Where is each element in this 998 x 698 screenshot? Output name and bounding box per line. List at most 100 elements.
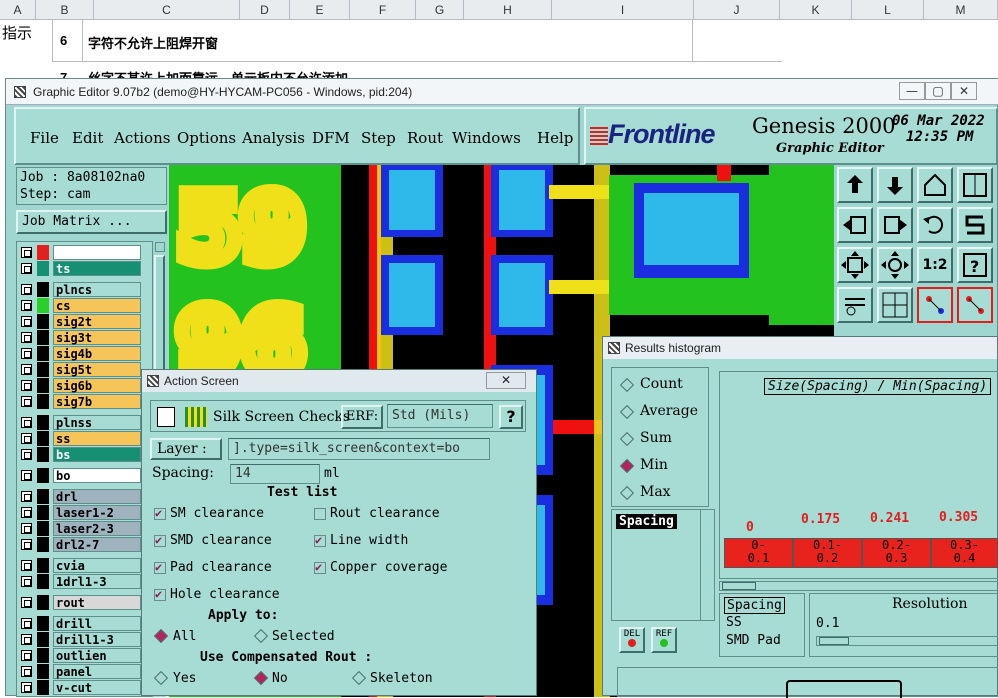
stat-count-radio[interactable] — [619, 377, 635, 393]
layer-visibility-checkbox[interactable] — [21, 396, 32, 407]
layer-row-bo[interactable]: bo — [19, 468, 141, 483]
zoom-in-icon[interactable] — [837, 247, 873, 283]
layer-row-drill1-3[interactable]: drill1-3 — [19, 632, 141, 647]
menu-edit[interactable]: Edit — [72, 129, 103, 147]
layer-visibility-checkbox[interactable] — [21, 470, 32, 481]
layer-visibility-checkbox[interactable] — [21, 634, 32, 645]
layer-row-outlien[interactable]: outlien — [19, 648, 141, 663]
layer-visibility-checkbox[interactable] — [21, 507, 32, 518]
column-header-i[interactable]: I — [552, 0, 694, 20]
layer-row-cvia[interactable]: cvia — [19, 558, 141, 573]
category-ss[interactable]: SS — [726, 615, 742, 630]
item-spacing[interactable]: Spacing — [616, 514, 677, 529]
help-query-icon[interactable]: ? — [957, 247, 993, 283]
layer-visibility-checkbox[interactable] — [21, 433, 32, 444]
rout-no-radio[interactable] — [253, 670, 269, 686]
resolution-slider-handle[interactable] — [819, 637, 849, 645]
move-down-icon[interactable] — [877, 167, 913, 203]
layer-row-v-cut[interactable]: v-cut — [19, 680, 141, 695]
grid-icon[interactable] — [877, 287, 913, 323]
smd-clearance-checkbox[interactable] — [154, 533, 166, 547]
layer-visibility-checkbox[interactable] — [21, 300, 32, 311]
layer-row-ts[interactable]: ts — [19, 261, 141, 276]
layer-row-sig2t[interactable]: sig2t — [19, 314, 141, 329]
copper-coverage-checkbox[interactable] — [314, 560, 326, 574]
layer-row-sig4b[interactable]: sig4b — [19, 346, 141, 361]
menu-options[interactable]: Options — [177, 129, 236, 147]
column-header-k[interactable]: K — [780, 0, 852, 20]
layer-row-drl[interactable]: drl — [19, 489, 141, 504]
item-list-scrollbar[interactable] — [700, 510, 714, 620]
window-titlebar[interactable]: Graphic Editor 9.07b2 (demo@HY-HYCAM-PC0… — [6, 79, 998, 105]
layer-visibility-checkbox[interactable] — [21, 417, 32, 428]
layer-visibility-checkbox[interactable] — [21, 247, 32, 258]
menu-help[interactable]: Help — [537, 129, 573, 147]
column-header-j[interactable]: J — [694, 0, 780, 20]
layer-visibility-checkbox[interactable] — [21, 332, 32, 343]
layer-row-sig5t[interactable]: sig5t — [19, 362, 141, 377]
histogram-hscroll[interactable] — [719, 581, 998, 591]
window-view-icon[interactable] — [957, 167, 993, 203]
column-header-l[interactable]: L — [852, 0, 924, 20]
column-header-f[interactable]: F — [350, 0, 416, 20]
route-icon[interactable] — [957, 207, 993, 243]
layer-visibility-checkbox[interactable] — [21, 618, 32, 629]
layer-visibility-checkbox[interactable] — [21, 316, 32, 327]
spacing-field[interactable]: 14 — [230, 464, 320, 484]
column-header-e[interactable]: E — [290, 0, 350, 20]
rotate-icon[interactable] — [917, 207, 953, 243]
apply-selected-radio[interactable] — [253, 628, 269, 644]
column-header-m[interactable]: M — [924, 0, 998, 20]
measure-icon[interactable] — [917, 287, 953, 323]
erf-button[interactable]: ERF: — [341, 405, 383, 429]
layer-visibility-checkbox[interactable] — [21, 364, 32, 375]
stat-sum-radio[interactable] — [619, 431, 635, 447]
minimize-icon[interactable]: — — [899, 82, 925, 100]
layer-visibility-checkbox[interactable] — [21, 682, 32, 693]
menu-dfm[interactable]: DFM — [312, 129, 350, 147]
scale-one-to-two-icon[interactable]: 1:2 — [917, 247, 953, 283]
rout-yes-radio[interactable] — [153, 670, 169, 686]
action-screen-titlebar[interactable]: Action Screen ✕ — [142, 370, 536, 392]
home-view-icon[interactable] — [917, 167, 953, 203]
layer-visibility-checkbox[interactable] — [21, 560, 32, 571]
menu-rout[interactable]: Rout — [407, 129, 443, 147]
layer-visibility-checkbox[interactable] — [21, 539, 32, 550]
menu-windows[interactable]: Windows — [452, 129, 521, 147]
layer-visibility-checkbox[interactable] — [21, 576, 32, 587]
pan-left-icon[interactable] — [837, 207, 873, 243]
stat-min-radio[interactable] — [619, 458, 635, 474]
footer-button[interactable] — [786, 680, 902, 698]
column-header-b[interactable]: B — [36, 0, 94, 20]
layer-visibility-checkbox[interactable] — [21, 348, 32, 359]
layer-row-plnss[interactable]: plnss — [19, 415, 141, 430]
line-width-checkbox[interactable] — [314, 533, 326, 547]
layer-row-sig7b[interactable]: sig7b — [19, 394, 141, 409]
zoom-out-icon[interactable] — [877, 247, 913, 283]
layer-row-cs[interactable]: cs — [19, 298, 141, 313]
layer-row-drill[interactable]: drill — [19, 616, 141, 631]
layer-visibility-checkbox[interactable] — [21, 284, 32, 295]
layer-button[interactable]: Layer : — [150, 438, 222, 460]
close-icon[interactable]: ✕ — [951, 82, 977, 100]
layer-row-bs[interactable]: bs — [19, 447, 141, 462]
menu-actions[interactable]: Actions — [114, 129, 170, 147]
checklist-icon[interactable] — [157, 407, 175, 427]
erf-field[interactable]: Std (Mils) — [387, 404, 493, 428]
layer-visibility-checkbox[interactable] — [21, 449, 32, 460]
layer-visibility-checkbox[interactable] — [21, 650, 32, 661]
column-header-d[interactable]: D — [240, 0, 290, 20]
layer-row-to[interactable]: to — [19, 245, 141, 260]
layer-row-1drl1-3[interactable]: 1drl1-3 — [19, 574, 141, 589]
menu-analysis[interactable]: Analysis — [242, 129, 305, 147]
column-header-c[interactable]: C — [94, 0, 240, 20]
layer-visibility-checkbox[interactable] — [21, 597, 32, 608]
del-button[interactable]: DEL — [619, 627, 645, 653]
menu-file[interactable]: File — [30, 129, 59, 147]
layer-row-drl2-7[interactable]: drl2-7 — [19, 537, 141, 552]
maximize-icon[interactable]: ▢ — [925, 82, 951, 100]
layer-row-ss[interactable]: ss — [19, 431, 141, 446]
scroll-up-icon[interactable] — [155, 242, 165, 252]
hole-clearance-checkbox[interactable] — [154, 587, 166, 601]
layer-visibility-checkbox[interactable] — [21, 380, 32, 391]
